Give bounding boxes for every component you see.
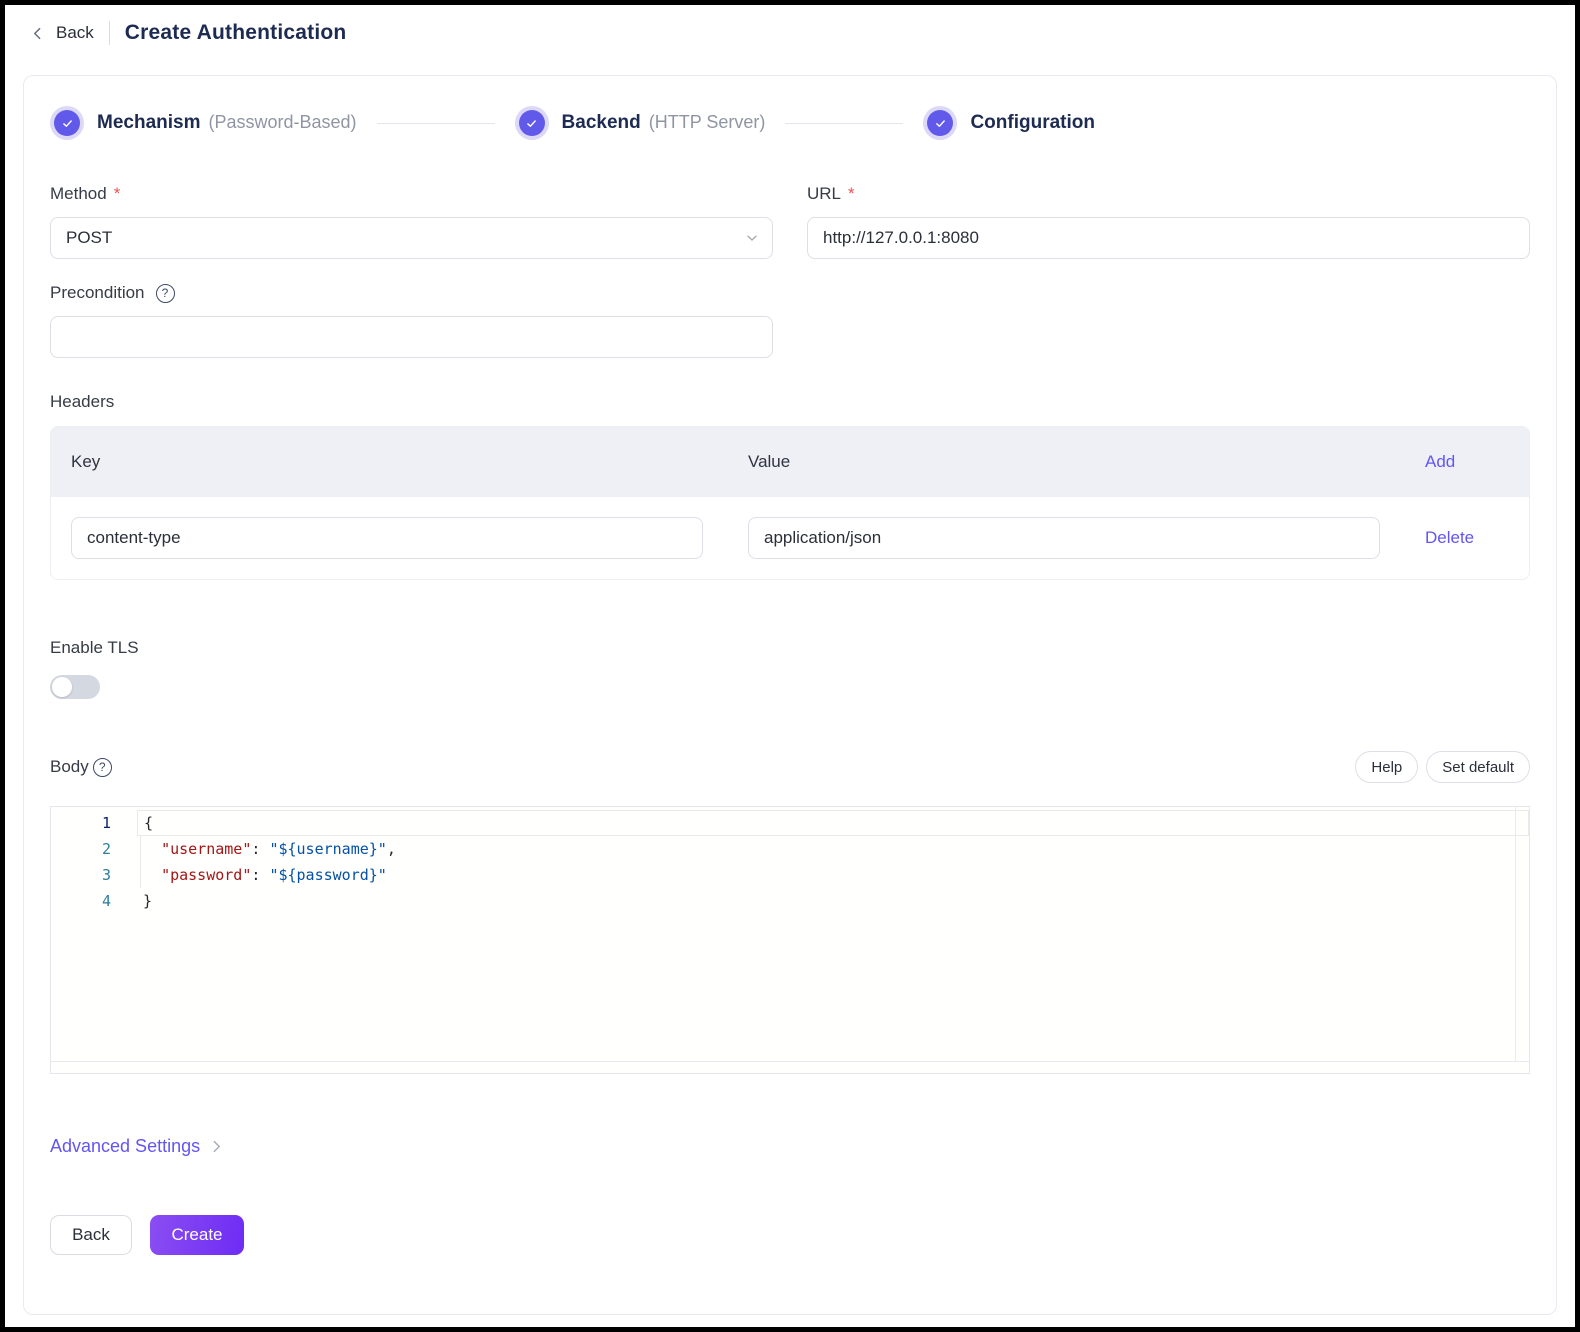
advanced-settings-link[interactable]: Advanced Settings: [50, 1136, 223, 1157]
editor-lines: 1{2 "username": "${username}",3 "passwor…: [51, 810, 1529, 914]
body-label: Body: [50, 757, 89, 777]
chevron-left-icon: [31, 27, 44, 40]
step-label: Mechanism: [97, 112, 200, 133]
tls-toggle[interactable]: [50, 675, 100, 699]
step-sublabel: (Password-Based): [208, 112, 356, 132]
code-line[interactable]: 1{: [51, 810, 1529, 836]
page-header: Back Create Authentication: [5, 5, 1575, 61]
header-row: Delete: [51, 497, 1529, 579]
back-link[interactable]: Back: [31, 23, 94, 43]
back-link-label: Back: [56, 23, 94, 43]
method-select[interactable]: [50, 217, 773, 259]
required-asterisk: *: [848, 184, 855, 204]
headers-table-head: Key Value Add: [51, 427, 1529, 497]
help-button[interactable]: Help: [1355, 751, 1418, 783]
enable-tls-label: Enable TLS: [50, 638, 1530, 658]
step-connector: [377, 123, 495, 124]
vertical-scrollbar[interactable]: [1515, 807, 1529, 1061]
code-line[interactable]: 2 "username": "${username}",: [51, 836, 1529, 862]
step-backend[interactable]: Backend (HTTP Server): [515, 106, 766, 140]
step-label: Backend: [562, 112, 641, 133]
step-check-icon: [515, 106, 549, 140]
key-column-header: Key: [51, 452, 728, 472]
body-editor[interactable]: 1{2 "username": "${username}",3 "passwor…: [50, 806, 1530, 1074]
wizard-stepper: Mechanism (Password-Based) Backend (HTTP S…: [50, 106, 1530, 140]
toggle-knob: [52, 677, 72, 697]
step-connector: [785, 123, 903, 124]
url-input[interactable]: [807, 217, 1530, 259]
create-auth-panel: Mechanism (Password-Based) Backend (HTTP S…: [23, 75, 1557, 1315]
set-default-button[interactable]: Set default: [1426, 751, 1530, 783]
precondition-field: Precondition ?: [50, 283, 773, 358]
advanced-settings-label: Advanced Settings: [50, 1136, 200, 1157]
create-button[interactable]: Create: [150, 1215, 244, 1255]
line-number: 4: [51, 888, 137, 914]
header-key-input[interactable]: [71, 517, 703, 559]
headers-label: Headers: [50, 392, 1530, 412]
step-configuration[interactable]: Configuration: [923, 106, 1095, 140]
step-sublabel: (HTTP Server): [649, 112, 766, 132]
required-asterisk: *: [114, 184, 121, 204]
line-number: 2: [51, 836, 137, 862]
header-divider: [109, 21, 110, 45]
code-line[interactable]: 4}: [51, 888, 1529, 914]
method-label: Method: [50, 184, 107, 204]
precondition-label: Precondition: [50, 283, 145, 303]
code-line[interactable]: 3 "password": "${password}": [51, 862, 1529, 888]
chevron-right-icon: [210, 1140, 223, 1153]
headers-table: Key Value Add Delete: [50, 426, 1530, 580]
value-column-header: Value: [728, 452, 1405, 472]
line-number: 3: [51, 862, 137, 888]
method-field: Method *: [50, 184, 773, 259]
url-field: URL *: [807, 184, 1530, 259]
url-label: URL: [807, 184, 841, 204]
help-icon[interactable]: ?: [93, 758, 112, 777]
line-number: 1: [51, 810, 137, 836]
back-button[interactable]: Back: [50, 1215, 132, 1255]
header-value-input[interactable]: [748, 517, 1380, 559]
step-label: Configuration: [970, 112, 1095, 133]
step-check-icon: [50, 106, 84, 140]
precondition-input[interactable]: [50, 316, 773, 358]
add-header-button[interactable]: Add: [1425, 452, 1455, 471]
step-mechanism[interactable]: Mechanism (Password-Based): [50, 106, 357, 140]
delete-header-button[interactable]: Delete: [1425, 528, 1474, 547]
page-title: Create Authentication: [125, 21, 347, 45]
horizontal-scrollbar[interactable]: [51, 1061, 1529, 1073]
step-check-icon: [923, 106, 957, 140]
help-icon[interactable]: ?: [156, 284, 175, 303]
